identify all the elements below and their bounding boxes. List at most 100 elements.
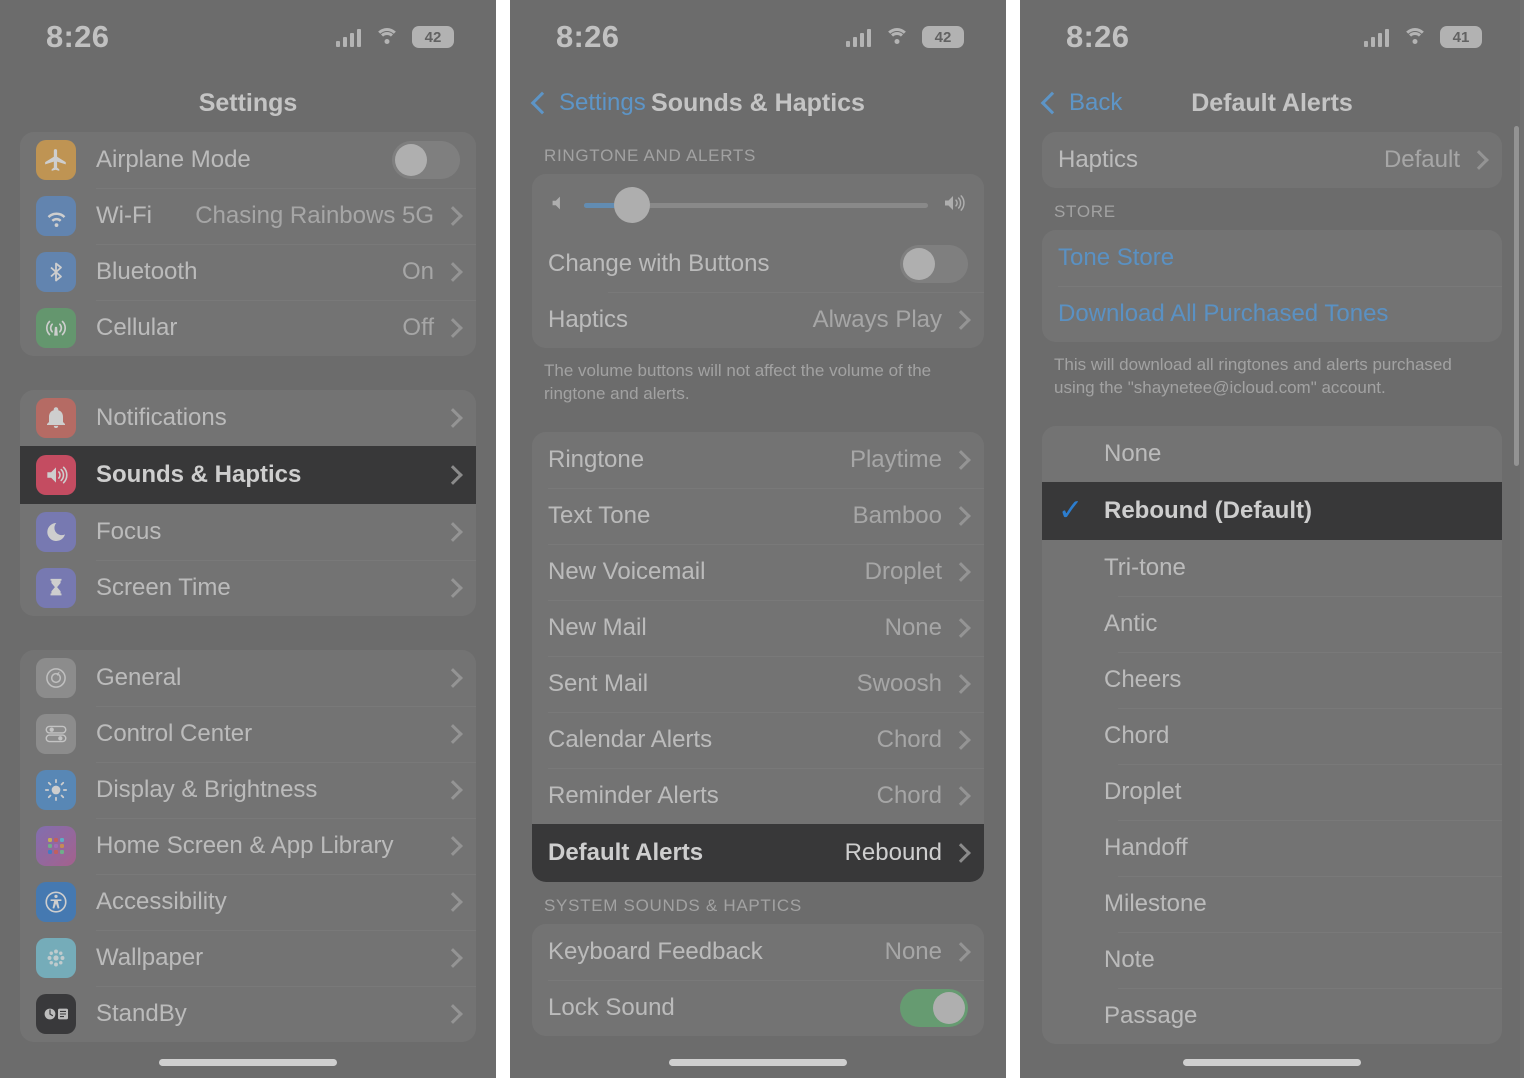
back-button-label: Settings bbox=[559, 89, 646, 116]
settings-row-standby[interactable]: StandBy bbox=[20, 986, 476, 1042]
row-label: Cheers bbox=[1104, 665, 1182, 693]
row-keyboard-feedback[interactable]: Keyboard Feedback None bbox=[532, 924, 984, 980]
tone-row-note[interactable]: Note bbox=[1042, 931, 1502, 988]
row-label: Notifications bbox=[96, 404, 227, 431]
home-indicator bbox=[669, 1059, 847, 1066]
settings-row-accessibility[interactable]: Accessibility bbox=[20, 874, 476, 930]
row-label: Sent Mail bbox=[548, 669, 649, 697]
settings-row-general[interactable]: General bbox=[20, 650, 476, 706]
control-center-icon bbox=[36, 714, 76, 754]
tone-row-handoff[interactable]: Handoff bbox=[1042, 819, 1502, 876]
row-new-mail[interactable]: New Mail None bbox=[532, 599, 984, 656]
volume-slider-track[interactable] bbox=[584, 187, 928, 223]
settings-row-notifications[interactable]: Notifications bbox=[20, 390, 476, 446]
lock-sound-toggle[interactable] bbox=[900, 988, 968, 1027]
settings-row-control-center[interactable]: Control Center bbox=[20, 706, 476, 762]
chevron-right-icon bbox=[443, 206, 463, 226]
wallpaper-icon bbox=[36, 938, 76, 978]
status-clock: 8:26 bbox=[46, 19, 110, 54]
back-button[interactable]: Back bbox=[1020, 89, 1122, 117]
settings-row-airplane-mode[interactable]: Airplane Mode bbox=[20, 132, 476, 188]
row-value: Bamboo bbox=[852, 501, 942, 529]
row-label: New Mail bbox=[548, 613, 647, 641]
phone-panel-sounds-haptics: 8:26 42 Settings Sounds & Haptics RINGTO… bbox=[510, 0, 1006, 1078]
settings-row-wifi[interactable]: Wi-Fi Chasing Rainbows 5G bbox=[20, 188, 476, 244]
chevron-right-icon bbox=[443, 262, 463, 282]
airplane-mode-toggle[interactable] bbox=[392, 141, 460, 179]
speaker-min-icon bbox=[548, 192, 570, 219]
tone-row-passage[interactable]: Passage bbox=[1042, 987, 1502, 1044]
row-label: Screen Time bbox=[96, 574, 231, 601]
chevron-right-icon bbox=[1469, 150, 1489, 170]
row-label: Accessibility bbox=[96, 888, 227, 915]
row-haptics[interactable]: Haptics Default bbox=[1042, 132, 1502, 188]
chevron-right-icon bbox=[951, 617, 971, 638]
chevron-right-icon bbox=[951, 941, 971, 962]
home-indicator bbox=[1183, 1059, 1361, 1066]
wifi-status-icon bbox=[884, 27, 909, 47]
chevron-right-icon bbox=[951, 561, 971, 582]
row-ringtone[interactable]: Ringtone Playtime bbox=[532, 432, 984, 488]
chevron-right-icon bbox=[951, 673, 971, 694]
ringer-volume-slider-row[interactable] bbox=[532, 174, 984, 236]
row-change-with-buttons[interactable]: Change with Buttons bbox=[532, 236, 984, 292]
panel-divider-2 bbox=[1006, 0, 1020, 1078]
tone-row-rebound-default[interactable]: ✓ Rebound (Default) bbox=[1042, 481, 1502, 540]
row-calendar-alerts[interactable]: Calendar Alerts Chord bbox=[532, 711, 984, 768]
settings-row-home-screen[interactable]: Home Screen & App Library bbox=[20, 818, 476, 874]
row-haptics[interactable]: Haptics Always Play bbox=[532, 292, 984, 348]
cellular-signal-icon bbox=[336, 28, 361, 47]
nav-bar: Back Default Alerts bbox=[1020, 74, 1524, 132]
row-label: Calendar Alerts bbox=[548, 725, 713, 753]
settings-row-screen-time[interactable]: Screen Time bbox=[20, 560, 476, 616]
row-text-tone[interactable]: Text Tone Bamboo bbox=[532, 487, 984, 544]
row-label: Bluetooth bbox=[96, 258, 198, 285]
row-reminder-alerts[interactable]: Reminder Alerts Chord bbox=[532, 767, 984, 824]
back-button-settings[interactable]: Settings bbox=[510, 89, 646, 117]
tone-row-tri-tone[interactable]: Tri-tone bbox=[1042, 540, 1502, 596]
volume-slider-thumb[interactable] bbox=[614, 187, 651, 223]
row-download-all-purchased-tones[interactable]: Download All Purchased Tones bbox=[1042, 286, 1502, 342]
settings-row-sounds-haptics[interactable]: Sounds & Haptics bbox=[20, 446, 476, 504]
scrollbar-thumb[interactable] bbox=[1514, 126, 1519, 466]
cellular-signal-icon bbox=[1364, 28, 1389, 47]
tone-row-antic[interactable]: Antic bbox=[1042, 595, 1502, 652]
row-lock-sound[interactable]: Lock Sound bbox=[532, 979, 984, 1036]
chevron-right-icon bbox=[443, 1004, 463, 1024]
accessibility-icon bbox=[36, 882, 76, 922]
tone-row-droplet[interactable]: Droplet bbox=[1042, 763, 1502, 820]
highlight-wrapper-rebound: ✓ Rebound (Default) bbox=[1042, 481, 1502, 540]
row-default-alerts[interactable]: Default Alerts Rebound bbox=[532, 823, 984, 882]
brightness-icon bbox=[36, 770, 76, 810]
row-label: Lock Sound bbox=[548, 993, 675, 1021]
change-with-buttons-toggle[interactable] bbox=[900, 245, 968, 283]
panel-divider-1 bbox=[496, 0, 510, 1078]
row-sent-mail[interactable]: Sent Mail Swoosh bbox=[532, 655, 984, 712]
nav-bar: Settings bbox=[0, 74, 496, 132]
row-label: Tone Store bbox=[1058, 244, 1175, 271]
row-label: Wi-Fi bbox=[96, 202, 152, 229]
moon-icon bbox=[36, 512, 76, 552]
settings-row-bluetooth[interactable]: Bluetooth On bbox=[20, 244, 476, 300]
home-indicator bbox=[159, 1059, 337, 1066]
settings-row-focus[interactable]: Focus bbox=[20, 504, 476, 560]
settings-group-system: General Control Center Display & Brightn… bbox=[20, 650, 476, 1042]
settings-row-cellular[interactable]: Cellular Off bbox=[20, 300, 476, 356]
store-card: Tone Store Download All Purchased Tones bbox=[1042, 230, 1502, 342]
chevron-right-icon bbox=[443, 408, 463, 428]
row-label: New Voicemail bbox=[548, 557, 706, 585]
row-new-voicemail[interactable]: New Voicemail Droplet bbox=[532, 543, 984, 600]
row-label: Note bbox=[1104, 945, 1155, 973]
chevron-right-icon bbox=[951, 842, 971, 863]
tone-row-milestone[interactable]: Milestone bbox=[1042, 875, 1502, 932]
row-tone-store[interactable]: Tone Store bbox=[1042, 230, 1502, 286]
tone-row-none[interactable]: None bbox=[1042, 426, 1502, 482]
tone-row-cheers[interactable]: Cheers bbox=[1042, 651, 1502, 708]
row-value: Off bbox=[402, 314, 434, 341]
bell-icon bbox=[36, 398, 76, 438]
tone-row-chord[interactable]: Chord bbox=[1042, 707, 1502, 764]
settings-row-wallpaper[interactable]: Wallpaper bbox=[20, 930, 476, 986]
row-value: Chord bbox=[876, 725, 942, 753]
settings-row-display-brightness[interactable]: Display & Brightness bbox=[20, 762, 476, 818]
chevron-right-icon bbox=[443, 724, 463, 744]
